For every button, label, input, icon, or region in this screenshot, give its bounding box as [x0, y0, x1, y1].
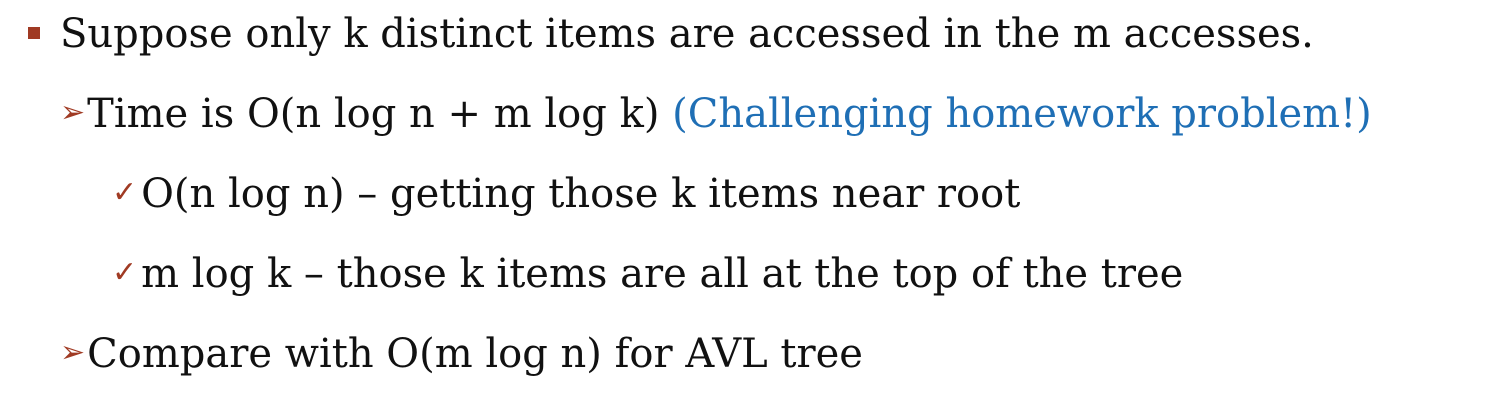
- bullet-text-5: Compare with O(m log n) for AVL tree: [87, 331, 863, 377]
- arrow-bullet-icon: ➢: [60, 95, 86, 130]
- homework-note: (Challenging homework problem!): [672, 91, 1372, 137]
- bullet-text-1: Suppose only k distinct items are access…: [60, 11, 1314, 57]
- bullet-line-5: ➢Compare with O(m log n) for AVL tree: [60, 330, 863, 378]
- bullet-line-2: ➢Time is O(n log n + m log k) (Challengi…: [60, 90, 1372, 138]
- bullet-line-1: Suppose only k distinct items are access…: [28, 10, 1314, 58]
- check-bullet-icon: ✓: [112, 255, 138, 290]
- arrow-bullet-icon: ➢: [60, 335, 86, 370]
- bullet-text-2: Time is O(n log n + m log k): [87, 91, 673, 137]
- bullet-line-3: ✓ O(n log n) – getting those k items near…: [112, 170, 1020, 218]
- bullet-line-4: ✓ m log k – those k items are all at the …: [112, 250, 1183, 298]
- bullet-text-4: m log k – those k items are all at the t…: [141, 251, 1184, 297]
- slide-body: Suppose only k distinct items are access…: [0, 0, 1495, 403]
- square-bullet-icon: [28, 27, 40, 39]
- bullet-text-3: O(n log n) – getting those k items near …: [141, 171, 1021, 217]
- check-bullet-icon: ✓: [112, 175, 138, 210]
